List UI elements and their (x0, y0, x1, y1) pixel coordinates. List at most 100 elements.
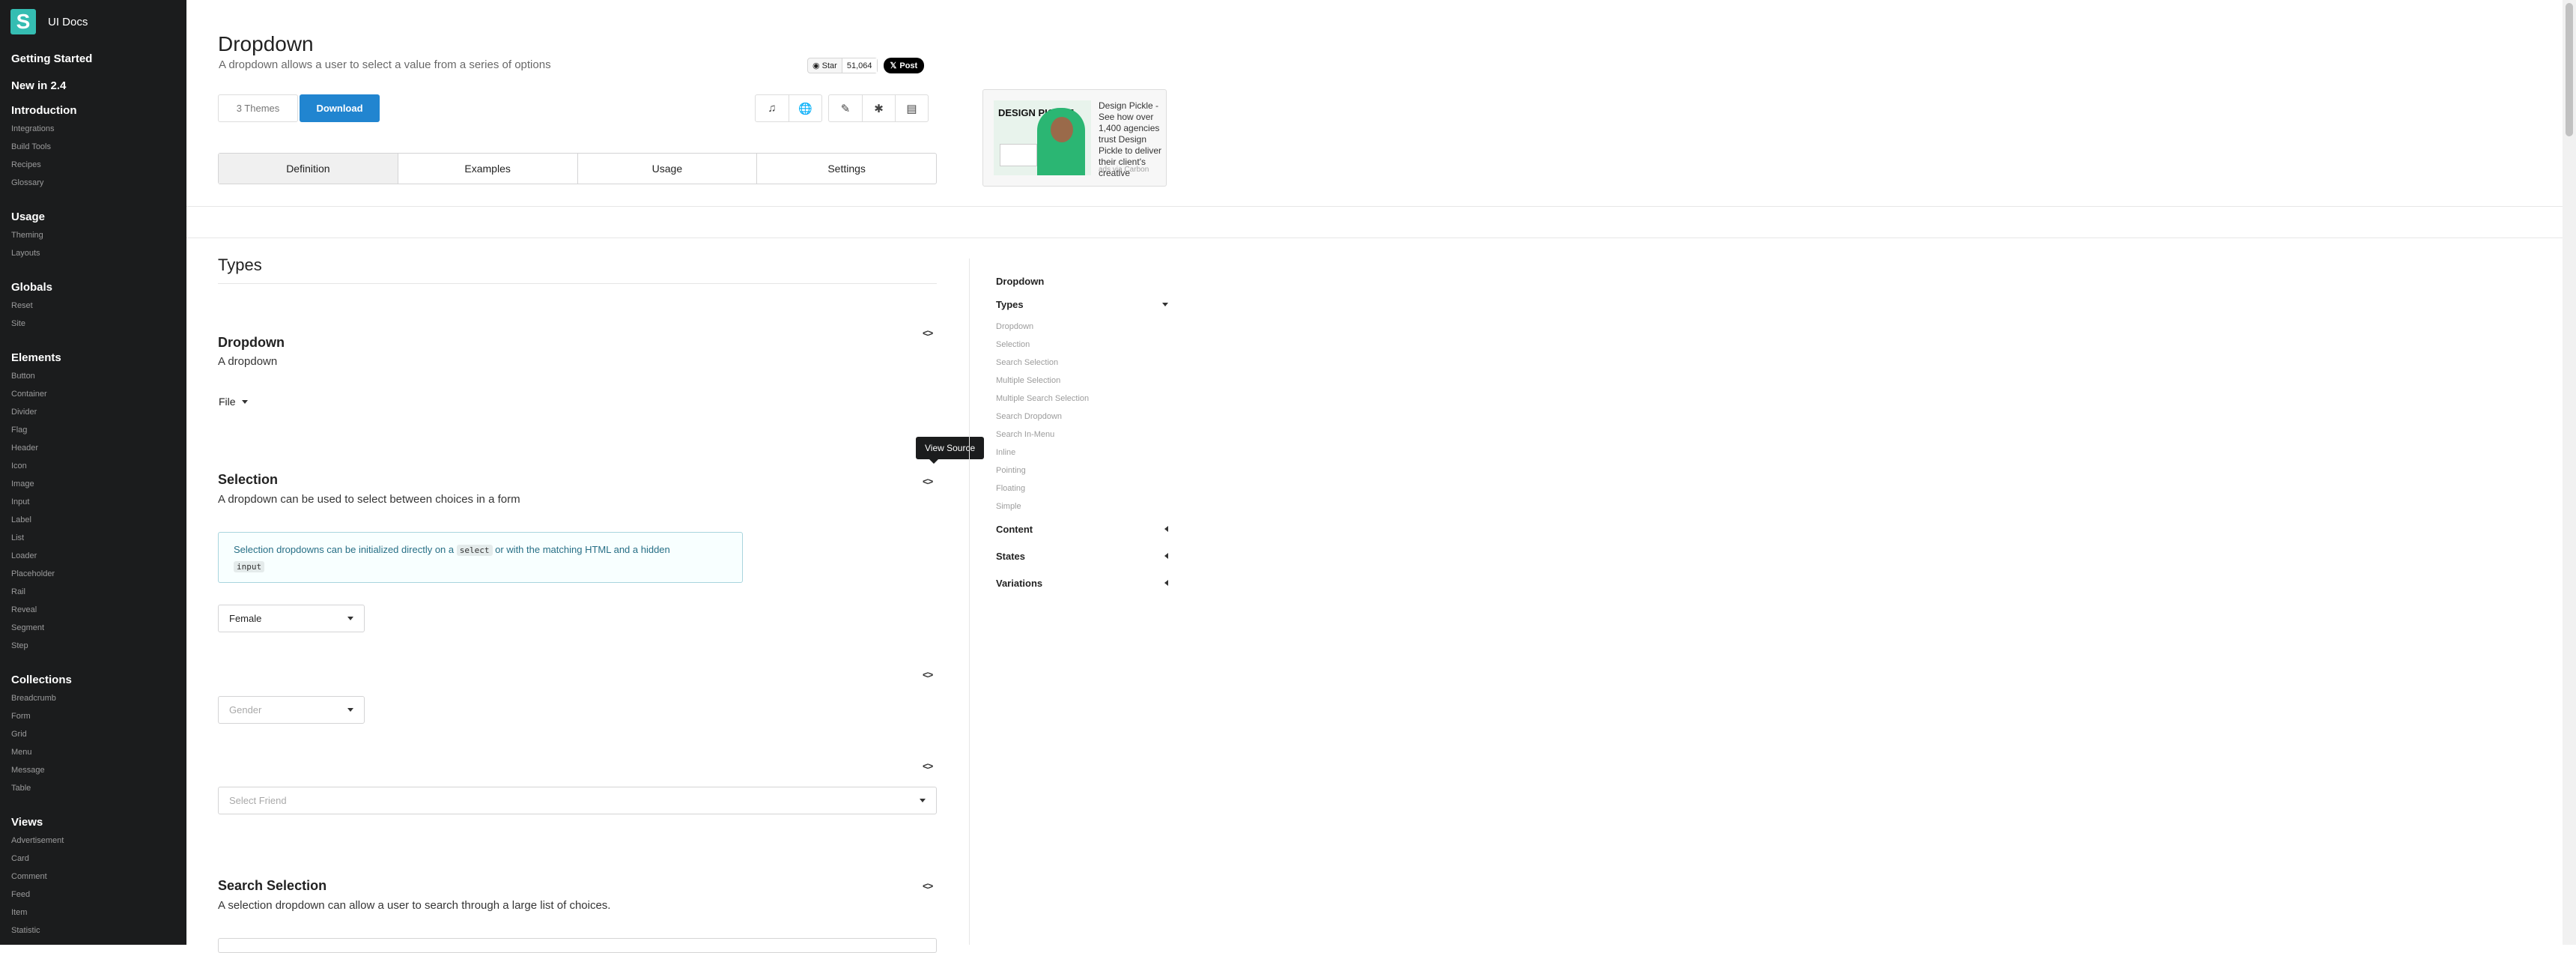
x-post-button[interactable]: 𝕏 Post (883, 58, 925, 73)
tab-usage[interactable]: Usage (577, 154, 757, 184)
edit-icon[interactable]: ✎ (829, 95, 862, 121)
gender-select-female[interactable]: Female (218, 605, 365, 632)
sidebar-brand[interactable]: S UI Docs (0, 0, 186, 43)
sidebar-item[interactable]: Recipes (11, 156, 186, 174)
sidebar-item[interactable]: Image (11, 475, 186, 493)
tab-settings[interactable]: Settings (756, 154, 936, 184)
sidebar-item[interactable]: Item (11, 904, 186, 922)
sidebar-item[interactable]: Theming (11, 226, 186, 244)
sidebar-group-title[interactable]: Collections (11, 670, 186, 689)
sidebar-item[interactable]: Table (11, 779, 186, 797)
sidebar-item[interactable]: Step (11, 637, 186, 655)
toc-section-types[interactable]: Types (996, 291, 1168, 318)
sidebar-item[interactable]: Divider (11, 403, 186, 421)
ad-image[interactable]: DESIGN PICKLE (994, 100, 1091, 175)
github-star-button[interactable]: ◉ Star 51,064 (807, 58, 878, 73)
view-source-icon[interactable]: <> (923, 880, 933, 892)
toc-item[interactable]: Dropdown (996, 318, 1168, 336)
sidebar-item[interactable]: Flag (11, 421, 186, 439)
sidebar-item[interactable]: Form (11, 707, 186, 725)
toc-title[interactable]: Dropdown (996, 276, 1168, 291)
sidebar-item[interactable]: Reveal (11, 601, 186, 619)
sidebar-item[interactable]: Message (11, 761, 186, 779)
toc-item[interactable]: Search In-Menu (996, 426, 1168, 444)
sidebar-item[interactable]: Segment (11, 619, 186, 637)
sidebar-item[interactable]: Button (11, 367, 186, 385)
toc-item[interactable]: Search Selection (996, 354, 1168, 372)
toc-section-variations[interactable]: Variations (996, 569, 1168, 596)
sidebar-item[interactable]: Breadcrumb (11, 689, 186, 707)
download-button[interactable]: Download (300, 94, 380, 122)
music-icon[interactable]: ♫ (756, 95, 789, 121)
sidebar-item[interactable]: Container (11, 385, 186, 403)
sidebar-item[interactable]: Site (11, 315, 186, 333)
x-post-label: Post (899, 61, 918, 70)
page-subtitle: A dropdown allows a user to select a val… (219, 58, 551, 71)
toc-item[interactable]: Selection (996, 336, 1168, 354)
sidebar-item-getting-started[interactable]: Getting Started (0, 43, 186, 73)
sidebar-item[interactable]: Statistic (11, 922, 186, 940)
sidebar-item[interactable]: Card (11, 850, 186, 868)
view-source-icon[interactable]: <> (923, 669, 933, 680)
view-source-icon[interactable]: <> (923, 760, 933, 772)
view-source-icon[interactable]: <> (923, 327, 933, 339)
sidebar-group-title[interactable]: Views (11, 812, 186, 832)
gender-select[interactable]: Gender (218, 696, 365, 724)
sidebar-item[interactable]: Glossary (11, 174, 186, 192)
sidebar-item[interactable]: Icon (11, 457, 186, 475)
toc-item[interactable]: Simple (996, 497, 1168, 515)
sidebar-item[interactable]: Menu (11, 743, 186, 761)
sidebar-item[interactable]: Placeholder (11, 565, 186, 583)
themes-button[interactable]: 3 Themes (218, 94, 298, 122)
sidebar-item[interactable]: Advertisement (11, 832, 186, 850)
toc-item[interactable]: Inline (996, 444, 1168, 462)
toc-item[interactable]: Floating (996, 479, 1168, 497)
page-scrollbar[interactable] (2563, 0, 2576, 945)
toc-item[interactable]: Search Dropdown (996, 408, 1168, 426)
sidebar-item[interactable]: Feed (11, 886, 186, 904)
example-title: Search Selection (218, 878, 327, 893)
info-message: Selection dropdowns can be initialized d… (218, 532, 743, 583)
toc-section-states[interactable]: States (996, 542, 1168, 569)
globe-icon[interactable]: 🌐 (789, 95, 821, 121)
sidebar-group-title[interactable]: Globals (11, 277, 186, 297)
sidebar-item[interactable]: Loader (11, 547, 186, 565)
social-buttons: ◉ Star 51,064 𝕏 Post (807, 58, 925, 73)
search-selection-dropdown[interactable] (218, 938, 937, 953)
tab-definition[interactable]: Definition (219, 154, 398, 184)
tab-examples[interactable]: Examples (397, 154, 577, 184)
sidebar-item[interactable]: Reset (11, 297, 186, 315)
sidebar-item[interactable]: Rail (11, 583, 186, 601)
table-of-contents: Dropdown Types Dropdown Selection Search… (996, 276, 1168, 596)
scrollbar-thumb[interactable] (2566, 3, 2573, 136)
select-friend-dropdown[interactable]: Select Friend (218, 787, 937, 814)
code-input: input (234, 561, 265, 572)
sidebar-item[interactable]: Comment (11, 868, 186, 886)
sidebar-item[interactable]: Label (11, 511, 186, 529)
sidebar-item[interactable]: Grid (11, 725, 186, 743)
sidebar-item[interactable]: Integrations (11, 120, 186, 138)
ad-via[interactable]: ads via Carbon (1099, 166, 1149, 174)
view-source-icon[interactable]: <> (923, 476, 933, 487)
sidebar-group-elements: Elements Button Container Divider Flag H… (0, 348, 186, 655)
toc-section-content[interactable]: Content (996, 515, 1168, 542)
sidebar-item[interactable]: Input (11, 493, 186, 511)
sidebar-group-collections: Collections Breadcrumb Form Grid Menu Me… (0, 670, 186, 797)
toc-item[interactable]: Pointing (996, 462, 1168, 479)
toc-item[interactable]: Multiple Selection (996, 372, 1168, 390)
sidebar-group-title[interactable]: Elements (11, 348, 186, 367)
carbon-ad[interactable]: DESIGN PICKLE Design Pickle - See how ov… (982, 89, 1167, 187)
window-icon[interactable]: ▤ (895, 95, 928, 121)
sidebar-item-new[interactable]: New in 2.4 (0, 70, 186, 100)
bug-icon[interactable]: ✱ (862, 95, 895, 121)
toc-item[interactable]: Multiple Search Selection (996, 390, 1168, 408)
sidebar-item[interactable]: Layouts (11, 244, 186, 262)
sidebar-group-title[interactable]: Usage (11, 207, 186, 226)
caret-down-icon (1162, 302, 1168, 306)
sidebar-item[interactable]: List (11, 529, 186, 547)
sidebar-item[interactable]: Header (11, 439, 186, 457)
file-dropdown[interactable]: File (219, 396, 248, 408)
sidebar-item[interactable]: Build Tools (11, 138, 186, 156)
example-description: A selection dropdown can allow a user to… (218, 899, 611, 912)
sidebar-group-title[interactable]: Introduction (11, 100, 186, 120)
